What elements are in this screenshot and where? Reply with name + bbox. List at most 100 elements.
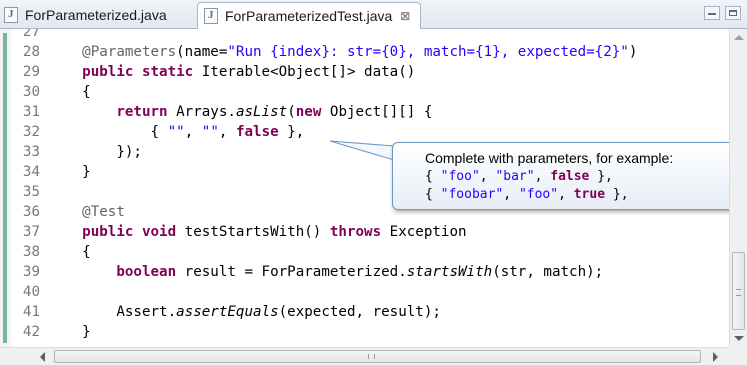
scroll-down-icon[interactable]	[734, 336, 744, 341]
code-token: result = ForParameterized.	[176, 264, 407, 280]
line-number: 36	[22, 204, 40, 220]
code-token: static	[141, 64, 194, 80]
scrollbar-corner	[729, 347, 747, 365]
code-token: false	[550, 169, 590, 184]
code-token: public	[82, 64, 134, 80]
code-token: @Parameters	[82, 44, 177, 60]
code-text: @Parameters(name="Run {index}: str={0}, …	[48, 42, 637, 62]
tab-forparameterized[interactable]: J ForParameterized.java	[0, 2, 193, 27]
line-number: 37	[22, 224, 40, 240]
code-token: )	[628, 44, 638, 60]
vertical-scroll-thumb[interactable]	[732, 252, 745, 330]
line-number: 27	[22, 29, 40, 40]
line-number: 38	[22, 244, 40, 260]
code-token: asList	[235, 104, 288, 120]
line-number: 32	[22, 124, 40, 140]
code-text: return Arrays.asList(new Object[][] {	[48, 102, 432, 122]
code-text: }	[48, 322, 91, 342]
code-token: "foo"	[440, 169, 480, 184]
tooltip-pointer	[329, 140, 395, 161]
tab-forparameterizedtest[interactable]: J ForParameterizedTest.java ⊠	[197, 2, 421, 29]
line-number: 30	[22, 84, 40, 100]
code-token: {	[48, 84, 91, 100]
code-token: ""	[201, 124, 219, 140]
java-file-icon: J	[204, 8, 218, 24]
code-text: @Test	[48, 202, 125, 222]
code-token: "foo"	[518, 187, 559, 202]
line-number: 41	[22, 304, 40, 320]
line-number: 42	[22, 324, 40, 340]
code-token: @Test	[82, 204, 125, 220]
code-token: });	[48, 144, 142, 160]
code-token: ""	[167, 124, 185, 140]
code-token: },	[605, 187, 629, 202]
code-token: {	[48, 124, 168, 140]
code-text: });	[48, 142, 142, 162]
code-text: {	[48, 242, 91, 262]
horizontal-scroll-thumb[interactable]	[54, 350, 701, 363]
code-token: Assert.	[48, 304, 177, 320]
maximize-icon[interactable]	[725, 6, 741, 20]
line-number: 34	[22, 164, 40, 180]
code-text: public void testStartsWith() throws Exce…	[48, 222, 467, 242]
code-text: {	[48, 82, 91, 102]
vertical-scrollbar[interactable]	[729, 29, 747, 347]
code-token: boolean	[116, 264, 177, 280]
code-token: "bar"	[495, 169, 535, 184]
code-token: void	[141, 224, 177, 240]
code-text: boolean result = ForParameterized.starts…	[48, 262, 603, 282]
code-token: (name=	[176, 44, 228, 60]
scroll-left-icon[interactable]	[40, 352, 45, 362]
tab-label: ForParameterizedTest.java	[225, 8, 393, 24]
code-token: throws	[329, 224, 382, 240]
code-token: (expected, result);	[278, 304, 441, 320]
code-text: public static Iterable<Object[]> data()	[48, 62, 415, 82]
code-token: Object[][] {	[321, 104, 433, 120]
line-number: 35	[22, 184, 40, 200]
code-token: ,	[479, 169, 496, 184]
line-number: 39	[22, 264, 40, 280]
line-number: 33	[22, 144, 40, 160]
code-text: Assert.assertEquals(expected, result);	[48, 302, 441, 322]
close-tab-icon[interactable]: ⊠	[400, 9, 410, 23]
tooltip-code-line: { "foobar", "foo", true },	[425, 186, 736, 204]
tooltip-title: Complete with parameters, for example:	[425, 150, 674, 166]
code-token: "Run {index}: str={0}, match={1}, expect…	[227, 44, 629, 60]
tooltip-code-line: { "foo", "bar", false },	[425, 168, 736, 186]
code-token: }	[48, 324, 91, 340]
code-token: ,	[534, 169, 551, 184]
code-token: return	[116, 104, 168, 120]
code-token: Exception	[381, 224, 467, 240]
code-token: false	[235, 124, 279, 140]
line-number: 29	[22, 64, 40, 80]
code-token: startsWith	[406, 264, 493, 280]
minimize-icon[interactable]	[704, 6, 720, 20]
tooltip-example: { "foo", "bar", false },{ "foobar", "foo…	[425, 168, 736, 204]
code-token: testStartsWith()	[176, 224, 330, 240]
code-token: ,	[184, 124, 202, 140]
horizontal-scrollbar[interactable]	[0, 347, 729, 365]
line-number: 28	[22, 44, 40, 60]
window-controls	[704, 6, 741, 20]
scroll-right-icon[interactable]	[713, 352, 718, 362]
code-token: true	[573, 187, 606, 202]
java-file-icon: J	[4, 6, 18, 23]
code-token: (	[287, 104, 296, 120]
editor-tab-bar: J ForParameterized.java J ForParameteriz…	[0, 0, 747, 29]
code-token: ,	[218, 124, 236, 140]
code-token: }	[48, 164, 91, 180]
content-assist-tooltip: Complete with parameters, for example: {…	[392, 142, 737, 210]
line-number: 31	[22, 104, 40, 120]
code-token: {	[425, 169, 441, 184]
code-token: new	[295, 104, 322, 120]
code-token: },	[278, 124, 305, 140]
code-text: }	[48, 162, 91, 182]
scroll-up-icon[interactable]	[734, 35, 744, 40]
